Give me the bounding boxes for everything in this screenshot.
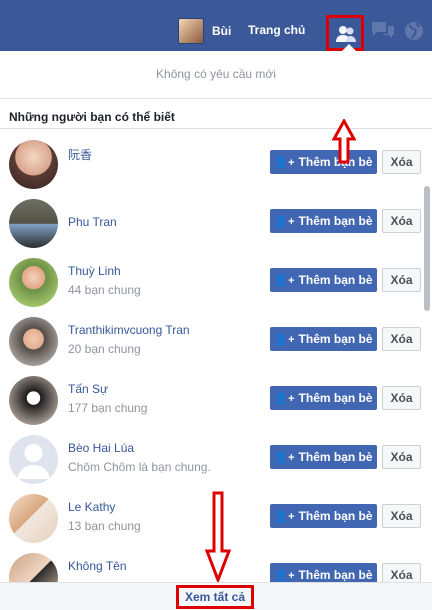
person-name[interactable]: Tranthikimvcuong Tran: [68, 323, 190, 337]
person-name[interactable]: Le Kathy: [68, 500, 115, 514]
add-friend-button[interactable]: 👤+ Thêm bạn bè: [270, 327, 377, 351]
add-friend-label: Thêm bạn bè: [298, 214, 373, 228]
add-friend-label: Thêm bạn bè: [298, 450, 373, 464]
add-friend-label: Thêm bạn bè: [298, 391, 373, 405]
avatar[interactable]: [9, 140, 58, 189]
list-item: Thuỳ Linh 44 bạn chung 👤+ Thêm bạn bè Xóa: [0, 255, 424, 314]
add-friend-icon: 👤+: [274, 274, 295, 287]
avatar[interactable]: [9, 435, 58, 484]
top-bar: Bùi Trang chủ: [0, 0, 432, 51]
avatar[interactable]: [9, 317, 58, 366]
suggestions-title: Những người bạn có thể biết: [9, 110, 175, 124]
list-item: 阮香 👤+ Thêm bạn bè Xóa: [0, 137, 424, 196]
messages-icon[interactable]: [372, 22, 394, 39]
add-friend-icon: 👤+: [274, 156, 295, 169]
up-arrow-annotation-icon: [332, 119, 356, 164]
scrollbar[interactable]: [424, 186, 430, 311]
see-all-link[interactable]: Xem tất cả: [176, 585, 254, 609]
list-item: Tấn Sự 177 bạn chung 👤+ Thêm bạn bè Xóa: [0, 373, 424, 432]
mutual-friends: 177 bạn chung: [68, 401, 148, 415]
add-friend-icon: 👤+: [274, 333, 295, 346]
add-friend-button[interactable]: 👤+ Thêm bạn bè: [270, 268, 377, 292]
no-requests-text: Không có yêu cầu mới: [0, 51, 432, 99]
person-name[interactable]: 阮香: [68, 146, 92, 163]
delete-button[interactable]: Xóa: [382, 504, 421, 528]
person-name[interactable]: Thuỳ Linh: [68, 264, 121, 278]
avatar[interactable]: [9, 376, 58, 425]
add-friend-label: Thêm bạn bè: [298, 509, 373, 523]
avatar[interactable]: [9, 258, 58, 307]
add-friend-icon: 👤+: [274, 215, 295, 228]
add-friend-label: Thêm bạn bè: [298, 568, 373, 582]
panel-footer: Xem tất cả: [0, 582, 432, 610]
user-profile-link[interactable]: Bùi: [178, 18, 231, 44]
add-friend-button[interactable]: 👤+ Thêm bạn bè: [270, 563, 377, 584]
down-arrow-annotation-icon: [205, 491, 231, 583]
delete-button[interactable]: Xóa: [382, 150, 421, 174]
list-item: Tranthikimvcuong Tran 20 bạn chung 👤+ Thê…: [0, 314, 424, 373]
add-friend-icon: 👤+: [274, 392, 295, 405]
avatar[interactable]: [9, 553, 58, 584]
avatar[interactable]: [9, 494, 58, 543]
add-friend-icon: 👤+: [274, 569, 295, 582]
add-friend-button[interactable]: 👤+ Thêm bạn bè: [270, 209, 377, 233]
add-friend-button[interactable]: 👤+ Thêm bạn bè: [270, 504, 377, 528]
list-item: Phu Tran 👤+ Thêm bạn bè Xóa: [0, 196, 424, 255]
home-link[interactable]: Trang chủ: [248, 23, 305, 37]
user-avatar: [178, 18, 204, 44]
add-friend-label: Thêm bạn bè: [298, 332, 373, 346]
add-friend-icon: 👤+: [274, 451, 295, 464]
delete-button[interactable]: Xóa: [382, 327, 421, 351]
list-item: Bèo Hai Lúa Chôm Chôm là bạn chung. 👤+ Th…: [0, 432, 424, 491]
delete-button[interactable]: Xóa: [382, 563, 421, 584]
dropdown-caret: [342, 44, 356, 51]
add-friend-button[interactable]: 👤+ Thêm bạn bè: [270, 386, 377, 410]
delete-button[interactable]: Xóa: [382, 445, 421, 469]
person-name[interactable]: Tấn Sự: [68, 382, 108, 396]
user-name: Bùi: [212, 24, 232, 38]
avatar[interactable]: [9, 199, 58, 248]
default-avatar-icon: [17, 444, 50, 479]
person-name[interactable]: Phu Tran: [68, 215, 117, 229]
notifications-globe-icon[interactable]: [403, 20, 425, 42]
mutual-friends: 44 bạn chung: [68, 283, 141, 297]
mutual-friends: 20 bạn chung: [68, 342, 141, 356]
add-friend-label: Thêm bạn bè: [298, 273, 373, 287]
person-name[interactable]: Không Tên: [68, 559, 127, 573]
person-name[interactable]: Bèo Hai Lúa: [68, 441, 134, 455]
delete-button[interactable]: Xóa: [382, 268, 421, 292]
mutual-friends: Chôm Chôm là bạn chung.: [68, 460, 211, 474]
add-friend-button[interactable]: 👤+ Thêm bạn bè: [270, 445, 377, 469]
add-friend-icon: 👤+: [274, 510, 295, 523]
mutual-friends: 13 bạn chung: [68, 519, 141, 533]
add-friend-button[interactable]: 👤+ Thêm bạn bè: [270, 150, 377, 174]
delete-button[interactable]: Xóa: [382, 386, 421, 410]
friends-icon: [336, 26, 356, 42]
delete-button[interactable]: Xóa: [382, 209, 421, 233]
section-divider: [0, 128, 432, 129]
